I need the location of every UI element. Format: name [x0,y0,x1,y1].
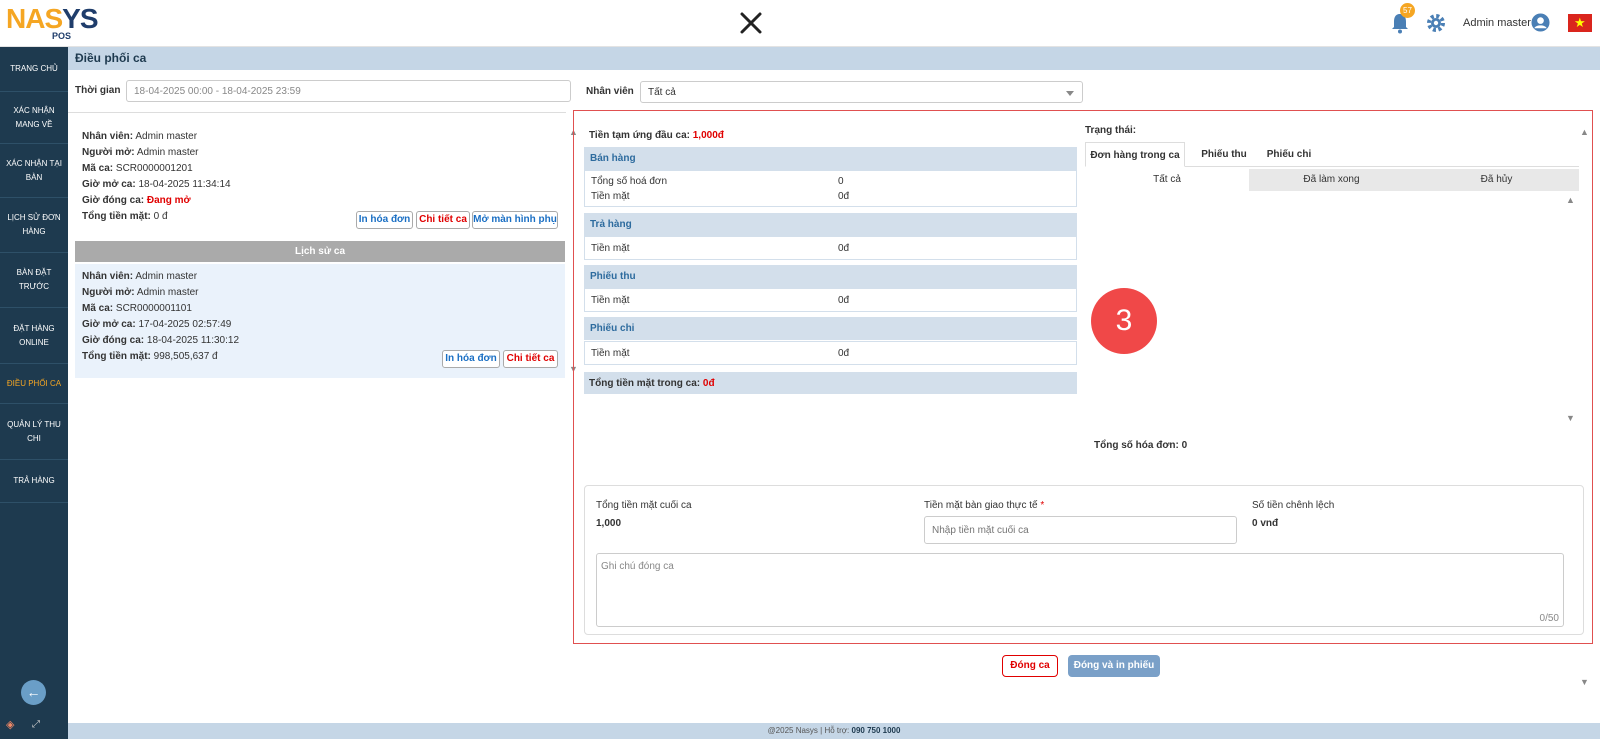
history-shift-info: Nhân viên: Admin master Người mở: Admin … [82,271,240,362]
panel-scroll-down-icon[interactable]: ▼ [1580,677,1589,687]
panel-scroll-up-icon[interactable]: ▲ [1580,127,1589,137]
tab-payments[interactable]: Phiếu chi [1259,142,1319,167]
tab-receipts[interactable]: Phiếu thu [1189,142,1259,167]
total-invoices: Tổng số hóa đơn: 0 [1094,440,1188,451]
close-note-textarea[interactable]: Ghi chú đóng ca 0/50 [596,553,1564,627]
note-char-counter: 0/50 [1539,613,1559,624]
orders-scroll-up-icon[interactable]: ▲ [1566,195,1575,205]
footer: @2025 Nasys | Hỗ trợ: 090 750 1000 [68,723,1600,739]
shift-open-status: Đang mở [146,195,191,206]
total-cash-in-shift: Tổng tiền mặt trong ca: 0đ [584,372,1077,394]
payments-section: Tiền mặt 0đ [584,341,1077,365]
handover-cash-label: Tiền mặt bàn giao thực tế * [924,500,1045,511]
advance-cash: Tiền tạm ứng đầu ca: 1,000đ [589,130,724,141]
collapse-sidebar-button[interactable]: ← [21,680,46,705]
notification-badge: 57 [1400,3,1415,18]
page-header: Điều phối ca [68,47,1600,70]
end-cash-value: 1,000 [596,518,622,529]
expand-icon[interactable]: ⤢ [32,719,40,730]
print-invoice-button[interactable]: In hóa đơn [356,211,413,229]
open-secondary-screen-button[interactable]: Mở màn hình phụ [472,211,558,229]
difference-label: Số tiền chênh lệch [1252,500,1335,511]
sidebar-item-shift-coordination[interactable]: ĐIỀU PHỐI CA [0,364,68,404]
nasys-logo[interactable]: NASYS POS [6,5,110,42]
chevron-down-icon [1066,91,1074,96]
sidebar: TRANG CHỦ XÁC NHẬN MANG VỀ XÁC NHẬN TẠI … [0,47,68,739]
annotation-marker: 3 [1091,288,1157,354]
sidebar-item-returns[interactable]: TRẢ HÀNG [0,460,68,503]
laravel-icon: ◈ ⤢ [6,719,40,731]
sales-section: Tổng số hoá đơn 0 Tiền mặt 0đ [584,170,1077,207]
gear-icon[interactable] [1425,12,1447,34]
history-print-invoice-button[interactable]: In hóa đơn [442,350,500,368]
tab-orders-in-shift[interactable]: Đơn hàng trong ca [1085,142,1185,167]
staff-select[interactable]: Tất cả [640,81,1083,103]
subtab-completed[interactable]: Đã làm xong [1249,169,1414,191]
close-shift-button[interactable]: Đóng ca [1002,655,1058,677]
payments-section-header: Phiếu chi [584,317,1077,340]
time-range-input[interactable]: 18-04-2025 00:00 - 18-04-2025 23:59 [126,80,571,102]
sidebar-item-table-confirm[interactable]: XÁC NHẬN TẠI BÀN [0,144,68,198]
orders-scroll-down-icon[interactable]: ▼ [1566,413,1575,423]
sidebar-item-income-expense[interactable]: QUẢN LÝ THU CHI [0,404,68,460]
time-label: Thời gian [75,85,121,96]
user-avatar-icon[interactable] [1531,13,1550,32]
cutlery-icon[interactable] [739,11,763,35]
sidebar-item-takeaway-confirm[interactable]: XÁC NHẬN MANG VỀ [0,92,68,144]
history-shift-detail-button[interactable]: Chi tiết ca [503,350,558,368]
returns-section-header: Trả hàng [584,213,1077,236]
shift-detail-button[interactable]: Chi tiết ca [416,211,470,229]
top-bar: NASYS POS 57 Admin master ★ [0,0,1600,47]
subtab-all[interactable]: Tất cả [1085,169,1249,191]
current-shift-info: Nhân viên: Admin master Người mở: Admin … [82,131,231,222]
handover-cash-input[interactable] [924,516,1237,544]
difference-value: 0 vnđ [1252,518,1279,529]
sidebar-item-order-history[interactable]: LỊCH SỬ ĐƠN HÀNG [0,198,68,253]
sidebar-item-online-orders[interactable]: ĐẶT HÀNG ONLINE [0,308,68,364]
end-cash-label: Tổng tiền mặt cuối ca [596,500,692,511]
receipts-section-header: Phiếu thu [584,265,1077,288]
divider [68,112,566,113]
page-title: Điều phối ca [75,51,147,65]
status-label: Trạng thái: [1085,125,1137,136]
close-and-print-button[interactable]: Đóng và in phiếu [1068,655,1160,677]
shift-history-header: Lịch sử ca [75,241,565,262]
receipts-section: Tiền mặt 0đ [584,288,1077,312]
sales-section-header: Bán hàng [584,147,1077,170]
sidebar-item-home[interactable]: TRANG CHỦ [0,47,68,92]
support-phone[interactable]: 090 750 1000 [852,726,901,735]
user-name[interactable]: Admin master [1463,17,1531,29]
returns-section: Tiền mặt 0đ [584,236,1077,260]
subtab-cancelled[interactable]: Đã hủy [1414,169,1579,191]
vietnam-flag-icon[interactable]: ★ [1568,14,1592,32]
staff-label: Nhân viên [586,86,634,97]
sidebar-item-reservations[interactable]: BÀN ĐẶT TRƯỚC [0,253,68,308]
